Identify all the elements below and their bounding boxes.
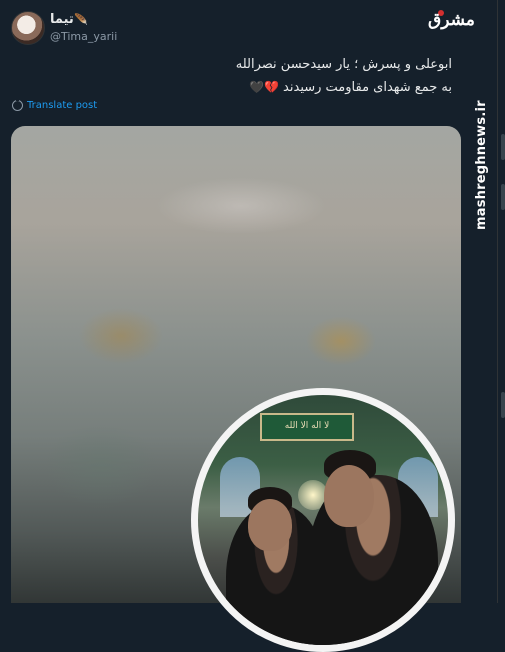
translate-post-link[interactable]: Translate post (12, 98, 98, 111)
scroll-marker[interactable] (501, 134, 505, 160)
tweet-text-line-2: به جمع شهدای مقاومت رسیدند 💔🖤 (192, 76, 452, 99)
scroll-marker[interactable] (501, 392, 505, 418)
emoji-hearts: 💔🖤 (249, 80, 279, 94)
display-name[interactable]: تیما (50, 12, 74, 27)
scroll-marker[interactable] (501, 184, 505, 210)
right-rail (497, 0, 505, 603)
person-right-face (324, 465, 374, 527)
inset-photo: لا اله الا الله (191, 388, 455, 652)
brand-logo: مشرق (428, 10, 475, 30)
globe-icon (12, 98, 23, 111)
tweet-text-line-2-body: به جمع شهدای مقاومت رسیدند (283, 80, 452, 95)
user-handle[interactable]: @Tima_yarii (50, 30, 117, 43)
tweet-text: ابوعلی و پسرش ؛ یار سیدحسن نصرالله به جم… (192, 54, 452, 99)
translate-label: Translate post (27, 100, 98, 111)
tweet-text-line-1: ابوعلی و پسرش ؛ یار سیدحسن نصرالله (235, 57, 452, 72)
tweet-card: تیما 🪶 @Tima_yarii مشرق ابوعلی و پسرش ؛ … (0, 0, 490, 652)
avatar[interactable] (11, 11, 45, 45)
inset-banner: لا اله الا الله (260, 413, 354, 441)
feather-icon: 🪶 (74, 13, 88, 26)
watermark: mashreghnews.ir (474, 100, 489, 230)
person-left-face (248, 499, 292, 551)
